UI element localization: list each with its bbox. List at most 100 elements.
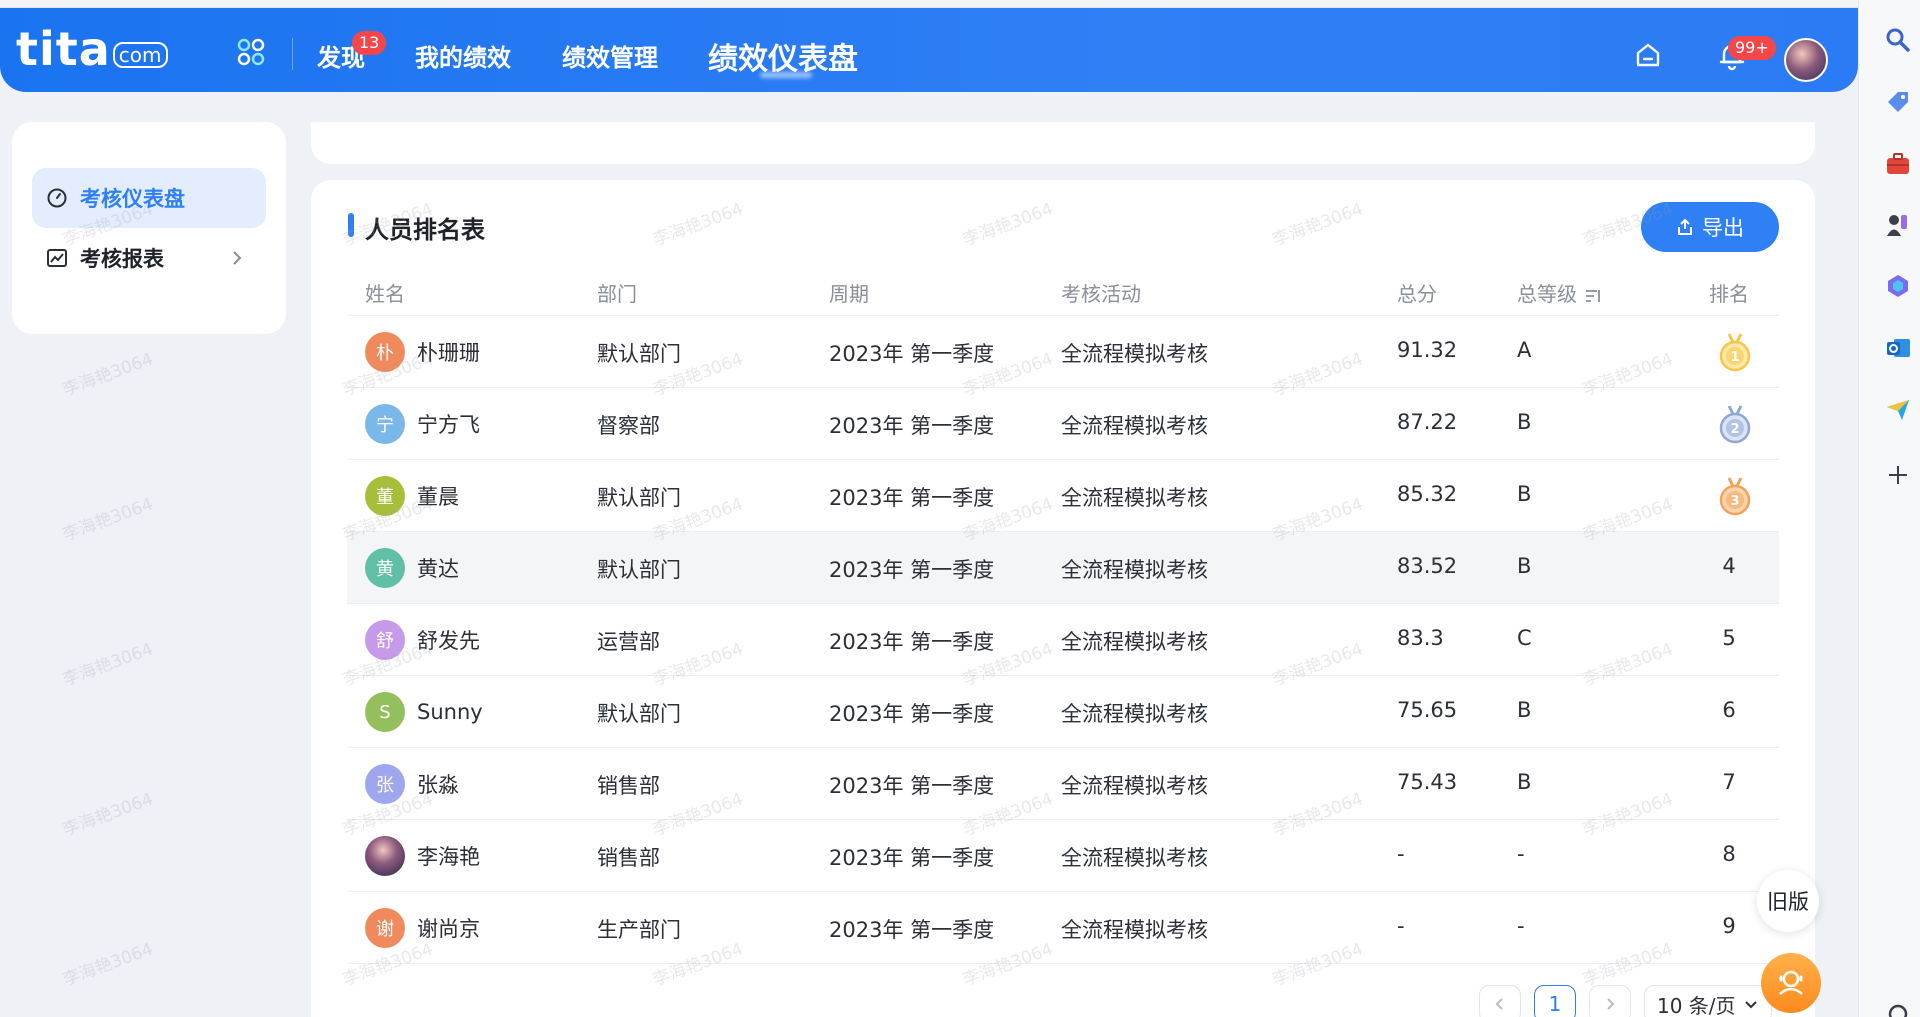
activity-cell: 全流程模拟考核 [1061,630,1208,654]
export-button[interactable]: 导出 [1641,202,1779,252]
table-row[interactable]: 朴朴珊珊 默认部门 2023年 第一季度 全流程模拟考核 91.32 A 1 [347,316,1779,388]
table-row[interactable]: S Sunny 默认部门 2023年 第一季度 全流程模拟考核 75.65 B 6 [347,676,1779,748]
activity-cell: 全流程模拟考核 [1061,342,1208,366]
name-cell: 谢谢尚京 [365,908,480,948]
rank-number: 2 [1730,422,1739,437]
search-icon[interactable] [1884,26,1912,54]
avatar: 朴 [365,332,405,372]
title-accent-bar [348,213,354,237]
total-grade-cell: B [1517,410,1532,434]
table-row[interactable]: 董董晨 默认部门 2023年 第一季度 全流程模拟考核 85.32 B 3 [347,460,1779,532]
department-cell: 默认部门 [597,558,681,582]
table-header: 姓名 部门 周期 考核活动 总分 总等级 排名 [347,264,1779,316]
department-cell: 默认部门 [597,486,681,510]
gauge-icon [47,188,67,208]
sort-icon[interactable] [1585,288,1601,304]
name-cell: S Sunny [365,692,483,732]
department-cell: 销售部 [597,774,660,798]
activity-cell: 全流程模拟考核 [1061,486,1208,510]
chevron-down-icon [1744,1001,1757,1009]
activity-cell: 全流程模拟考核 [1061,702,1208,726]
employee-name[interactable]: 董晨 [417,481,459,511]
total-score-cell: 75.43 [1397,770,1458,794]
old-version-button[interactable]: 旧版 [1757,870,1819,932]
employee-name[interactable]: 谢尚京 [417,913,480,943]
user-avatar[interactable] [1784,38,1828,82]
col-header-cycle: 周期 [829,282,869,306]
cycle-cell: 2023年 第一季度 [829,414,995,438]
employee-name[interactable]: 黄达 [417,553,459,583]
next-page-button[interactable] [1589,985,1631,1017]
total-score-cell: - [1397,842,1405,866]
games-icon[interactable] [1884,211,1912,239]
chart-icon [47,249,67,267]
home-icon[interactable] [1634,41,1662,69]
total-grade-cell: C [1517,626,1532,650]
sidebar-item-report[interactable]: 考核报表 [32,228,266,288]
avatar: 宁 [365,404,405,444]
apps-grid-icon[interactable] [236,37,266,67]
copilot-icon[interactable] [1884,272,1912,300]
table-row[interactable]: 宁宁方飞 督察部 2023年 第一季度 全流程模拟考核 87.22 B 2 [347,388,1779,460]
table-row[interactable]: 张张淼 销售部 2023年 第一季度 全流程模拟考核 75.43 B 7 [347,748,1779,820]
col-header-grade: 总等级 [1517,278,1601,307]
department-cell: 督察部 [597,414,660,438]
briefcase-icon[interactable] [1884,150,1912,178]
department-cell: 默认部门 [597,342,681,366]
table-row[interactable]: 黄黄达 默认部门 2023年 第一季度 全流程模拟考核 83.52 B 4 [347,532,1779,604]
export-label: 导出 [1702,217,1744,240]
support-icon [1779,970,1803,995]
settings-icon[interactable] [1884,1000,1912,1017]
rank-cell: 5 [1722,626,1736,650]
name-cell: 黄黄达 [365,548,459,588]
send-icon[interactable] [1884,395,1912,423]
employee-name[interactable]: 舒发先 [417,625,480,655]
table-row[interactable]: 舒舒发先 运营部 2023年 第一季度 全流程模拟考核 83.3 C 5 [347,604,1779,676]
employee-name[interactable]: Sunny [417,700,483,724]
employee-name[interactable]: 李海艳 [417,841,480,871]
gold-medal-icon: 1 [1719,333,1751,372]
page-size-select[interactable]: 10 条/页 [1644,985,1772,1017]
page-button-current[interactable]: 1 [1534,985,1576,1017]
department-cell: 默认部门 [597,702,681,726]
avatar: 舒 [365,620,405,660]
table-row[interactable]: 谢谢尚京 生产部门 2023年 第一季度 全流程模拟考核 - - 9 [347,892,1779,964]
browser-strip [0,0,1858,8]
table-body: 朴朴珊珊 默认部门 2023年 第一季度 全流程模拟考核 91.32 A 1 宁宁方飞 督察部 2… [347,316,1779,964]
total-grade-cell: - [1517,914,1525,938]
rank-number: 3 [1730,494,1739,509]
department-cell: 销售部 [597,846,660,870]
watermark-text: 李海艳3064 [60,349,156,401]
help-button[interactable] [1761,953,1821,1013]
tag-icon[interactable] [1884,88,1912,116]
activity-cell: 全流程模拟考核 [1061,846,1208,870]
activity-cell: 全流程模拟考核 [1061,414,1208,438]
notification-badge: 99+ [1728,36,1776,60]
employee-name[interactable]: 朴珊珊 [417,337,480,367]
total-score-cell: 75.65 [1397,698,1458,722]
watermark-text: 李海艳3064 [60,789,156,841]
sidebar-item-dashboard[interactable]: 考核仪表盘 [32,168,266,228]
employee-name[interactable]: 宁方飞 [417,409,480,439]
col-header-name: 姓名 [365,282,405,306]
avatar: S [365,692,405,732]
name-cell: 舒舒发先 [365,620,480,660]
add-icon[interactable] [1884,461,1912,489]
total-score-cell: - [1397,914,1405,938]
prev-page-button[interactable] [1479,985,1521,1017]
nav-my-performance[interactable]: 我的绩效 [415,38,511,73]
total-score-cell: 83.3 [1397,626,1444,650]
name-cell: 朴朴珊珊 [365,332,480,372]
logo-suffix: com [112,42,168,68]
rank-number: 1 [1730,350,1739,365]
table-row[interactable]: 李海艳 销售部 2023年 第一季度 全流程模拟考核 - - 8 [347,820,1779,892]
employee-name[interactable]: 张淼 [417,769,459,799]
tita-logo[interactable]: tita com [16,26,168,72]
rank-cell: 6 [1722,698,1736,722]
nav-performance-management[interactable]: 绩效管理 [562,38,658,73]
total-score-cell: 83.52 [1397,554,1458,578]
export-icon [1678,218,1692,235]
chevron-right-icon [1607,998,1615,1010]
rank-cell: 9 [1722,914,1736,938]
outlook-icon[interactable] [1884,334,1912,362]
